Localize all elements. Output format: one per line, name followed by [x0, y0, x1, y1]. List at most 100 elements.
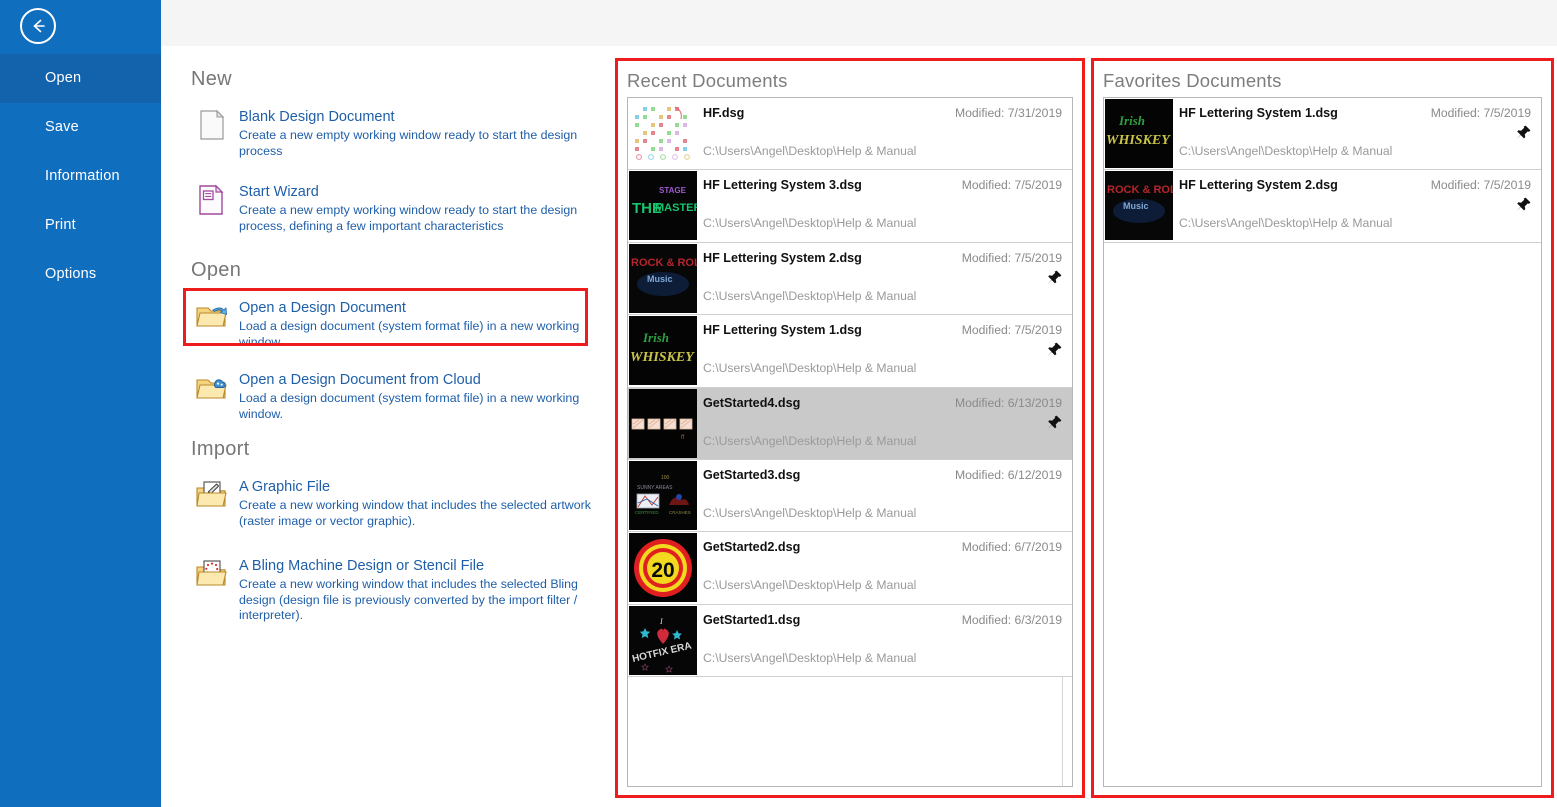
- document-modified-date: Modified: 6/12/2019: [954, 467, 1062, 482]
- pin-icon[interactable]: [1514, 124, 1532, 142]
- sidebar-item-open[interactable]: Open: [0, 54, 161, 103]
- svg-text:STAGE: STAGE: [659, 186, 687, 195]
- command-blank-design-document[interactable]: Blank Design Document Create a new empty…: [195, 108, 595, 159]
- sidebar: Open Save Information Print Options: [0, 0, 161, 807]
- command-description: Load a design document (system format fi…: [239, 391, 580, 421]
- document-modified-date: Modified: 7/5/2019: [1430, 178, 1531, 193]
- document-list-item[interactable]: THE MASTER STAGE HF Lettering System 3.d…: [628, 170, 1072, 243]
- document-modified-date: Modified: 6/7/2019: [961, 540, 1062, 555]
- svg-text:ROCK & ROLL: ROCK & ROLL: [631, 257, 697, 269]
- document-thumbnail: 20: [629, 533, 697, 603]
- svg-text:WHISKEY: WHISKEY: [630, 350, 695, 365]
- document-list-item[interactable]: I HOTFIX ERA GetStarted1.dsg Modified: 6/…: [628, 604, 1072, 678]
- sidebar-item-save[interactable]: Save: [0, 103, 161, 152]
- svg-text:100: 100: [661, 475, 670, 481]
- svg-text:Irish: Irish: [642, 330, 669, 345]
- document-list-item[interactable]: ROCK & ROLL Music HF Lettering System 2.…: [628, 242, 1072, 316]
- document-modified-date: Modified: 7/5/2019: [1430, 106, 1531, 120]
- command-title: Open a Design Document from Cloud: [239, 372, 481, 388]
- document-name: GetStarted1.dsg: [703, 612, 801, 627]
- bling-file-folder-icon: [195, 557, 229, 591]
- svg-text:ff: ff: [681, 435, 685, 441]
- document-thumbnail: THE MASTER STAGE: [629, 171, 697, 241]
- document-thumbnail: 100 SUNNY AREAS CERTIFIED CRASHES: [629, 460, 697, 530]
- document-modified-date: Modified: 7/31/2019: [954, 106, 1062, 120]
- document-list-item[interactable]: ff GetStarted4.dsg Modified: 6/13/2019 C:\U…: [628, 387, 1072, 460]
- svg-text:SUNNY AREAS: SUNNY AREAS: [637, 485, 673, 491]
- document-list-item[interactable]: 100 SUNNY AREAS CERTIFIED CRASHES GetSta…: [628, 459, 1072, 533]
- back-arrow-icon[interactable]: [20, 8, 56, 44]
- command-description: Create a new empty working window ready …: [239, 128, 578, 158]
- command-open-design-document-from-cloud[interactable]: Open a Design Document from Cloud Load a…: [195, 371, 595, 422]
- svg-text:ROCK & ROLL: ROCK & ROLL: [1107, 184, 1173, 196]
- document-path: C:\Users\Angel\Desktop\Help & Manual: [703, 578, 917, 593]
- document-thumbnail: Irish WHISKEY: [629, 316, 697, 386]
- document-name: GetStarted3.dsg: [703, 467, 801, 482]
- document-thumbnail: ROCK & ROLL Music: [1105, 171, 1173, 241]
- document-thumbnail: ff: [629, 388, 697, 458]
- command-start-wizard[interactable]: Start Wizard Create a new empty working …: [195, 183, 595, 234]
- graphic-file-folder-icon: [195, 478, 229, 512]
- document-thumbnail: ROCK & ROLL Music: [629, 243, 697, 313]
- pin-icon[interactable]: [1045, 341, 1063, 359]
- blank-document-icon: [195, 108, 229, 142]
- document-name: HF.dsg: [703, 106, 745, 120]
- document-thumbnail: [629, 99, 697, 168]
- document-path: C:\Users\Angel\Desktop\Help & Manual: [703, 216, 917, 231]
- sidebar-item-label: Information: [45, 168, 120, 184]
- open-section-title: Open: [191, 259, 242, 281]
- wizard-document-icon: [195, 183, 229, 217]
- pin-icon[interactable]: [1045, 269, 1063, 287]
- open-folder-icon: [195, 299, 229, 333]
- pin-icon[interactable]: [1045, 414, 1063, 432]
- document-list-item[interactable]: Irish WHISKEY HF Lettering System 1.dsg M…: [1104, 98, 1541, 171]
- new-section-title: New: [191, 68, 232, 90]
- sidebar-item-print[interactable]: Print: [0, 201, 161, 250]
- sidebar-nav: Open Save Information Print Options: [0, 54, 161, 299]
- import-section-title: Import: [191, 438, 250, 460]
- document-list-item[interactable]: ROCK & ROLL Music HF Lettering System 2.…: [1104, 170, 1541, 243]
- document-modified-date: Modified: 7/5/2019: [961, 250, 1062, 265]
- command-title: A Graphic File: [239, 479, 331, 495]
- document-path: C:\Users\Angel\Desktop\Help & Manual: [703, 361, 917, 376]
- pin-icon[interactable]: [1514, 196, 1532, 214]
- svg-text:I: I: [659, 617, 663, 626]
- recent-documents-title: Recent Documents: [627, 70, 788, 91]
- document-name: HF Lettering System 1.dsg: [703, 323, 862, 338]
- svg-text:MASTER: MASTER: [655, 202, 697, 214]
- command-import-bling-file[interactable]: A Bling Machine Design or Stencil File C…: [195, 557, 595, 624]
- top-strip: [161, 0, 1557, 46]
- document-list-item[interactable]: 20 GetStarted2.dsg Modified: 6/7/2019 C:\U…: [628, 532, 1072, 605]
- svg-text:Music: Music: [647, 274, 673, 284]
- favorites-documents-title: Favorites Documents: [1103, 70, 1282, 91]
- command-import-graphic-file[interactable]: A Graphic File Create a new working wind…: [195, 478, 595, 529]
- svg-text:20: 20: [651, 559, 674, 582]
- backstage-view: Open Save Information Print Options New: [0, 0, 1557, 807]
- favorites-documents-list[interactable]: Irish WHISKEY HF Lettering System 1.dsg M…: [1103, 97, 1542, 787]
- document-name: HF Lettering System 2.dsg: [1179, 178, 1338, 193]
- document-path: C:\Users\Angel\Desktop\Help & Manual: [703, 288, 917, 303]
- document-path: C:\Users\Angel\Desktop\Help & Manual: [703, 505, 917, 520]
- document-modified-date: Modified: 6/13/2019: [954, 395, 1062, 410]
- command-title: Blank Design Document: [239, 109, 395, 125]
- document-modified-date: Modified: 6/3/2019: [961, 612, 1062, 627]
- sidebar-item-options[interactable]: Options: [0, 250, 161, 299]
- command-title: Open a Design Document: [239, 300, 406, 316]
- document-name: GetStarted4.dsg: [703, 395, 801, 410]
- document-thumbnail: Irish WHISKEY: [1105, 99, 1173, 168]
- sidebar-item-information[interactable]: Information: [0, 152, 161, 201]
- document-list-item[interactable]: Irish WHISKEY HF Lettering System 1.dsg M…: [628, 315, 1072, 388]
- document-path: C:\Users\Angel\Desktop\Help & Manual: [1179, 144, 1393, 158]
- command-description: Create a new working window that include…: [239, 498, 591, 528]
- cloud-folder-icon: [195, 371, 229, 405]
- command-open-design-document[interactable]: Open a Design Document Load a design doc…: [195, 299, 590, 350]
- favorites-documents-panel: Favorites Documents Irish WHISKEY HF Let…: [1091, 58, 1554, 798]
- document-path: C:\Users\Angel\Desktop\Help & Manual: [703, 650, 917, 665]
- document-name: HF Lettering System 1.dsg: [1179, 106, 1338, 120]
- document-thumbnail: I HOTFIX ERA: [629, 605, 697, 675]
- recent-documents-list[interactable]: HF.dsg Modified: 7/31/2019 C:\Users\Angel\…: [627, 97, 1073, 787]
- document-list-item[interactable]: HF.dsg Modified: 7/31/2019 C:\Users\Angel\…: [628, 98, 1072, 171]
- command-description: Create a new empty working window ready …: [239, 203, 578, 233]
- sidebar-item-label: Open: [45, 70, 82, 86]
- document-modified-date: Modified: 7/5/2019: [961, 323, 1062, 338]
